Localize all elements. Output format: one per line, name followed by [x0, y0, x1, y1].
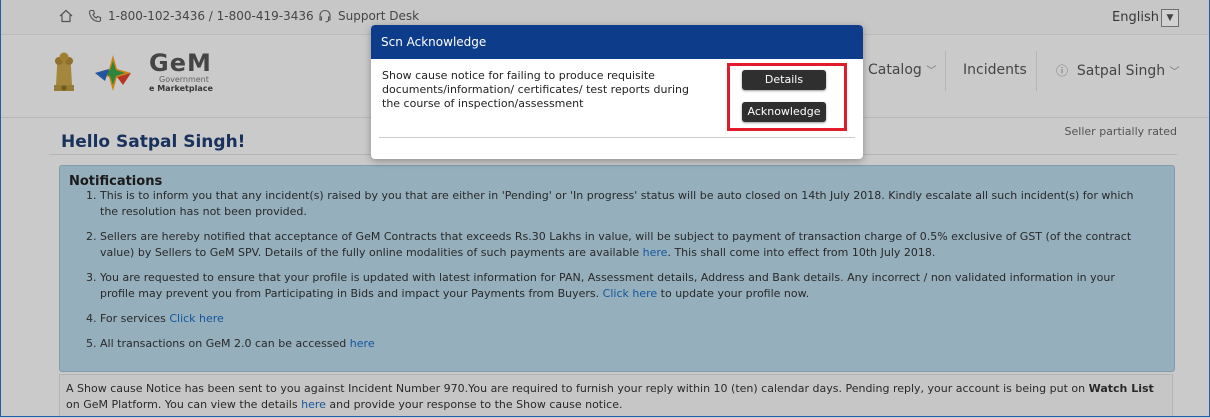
modal-title: Scn Acknowledge — [371, 25, 863, 59]
modal-message: Show cause notice for failing to produce… — [382, 69, 689, 110]
modal-footer-divider — [379, 137, 855, 138]
acknowledge-button[interactable]: Acknowledge — [742, 102, 826, 122]
details-button[interactable]: Details — [742, 70, 826, 90]
